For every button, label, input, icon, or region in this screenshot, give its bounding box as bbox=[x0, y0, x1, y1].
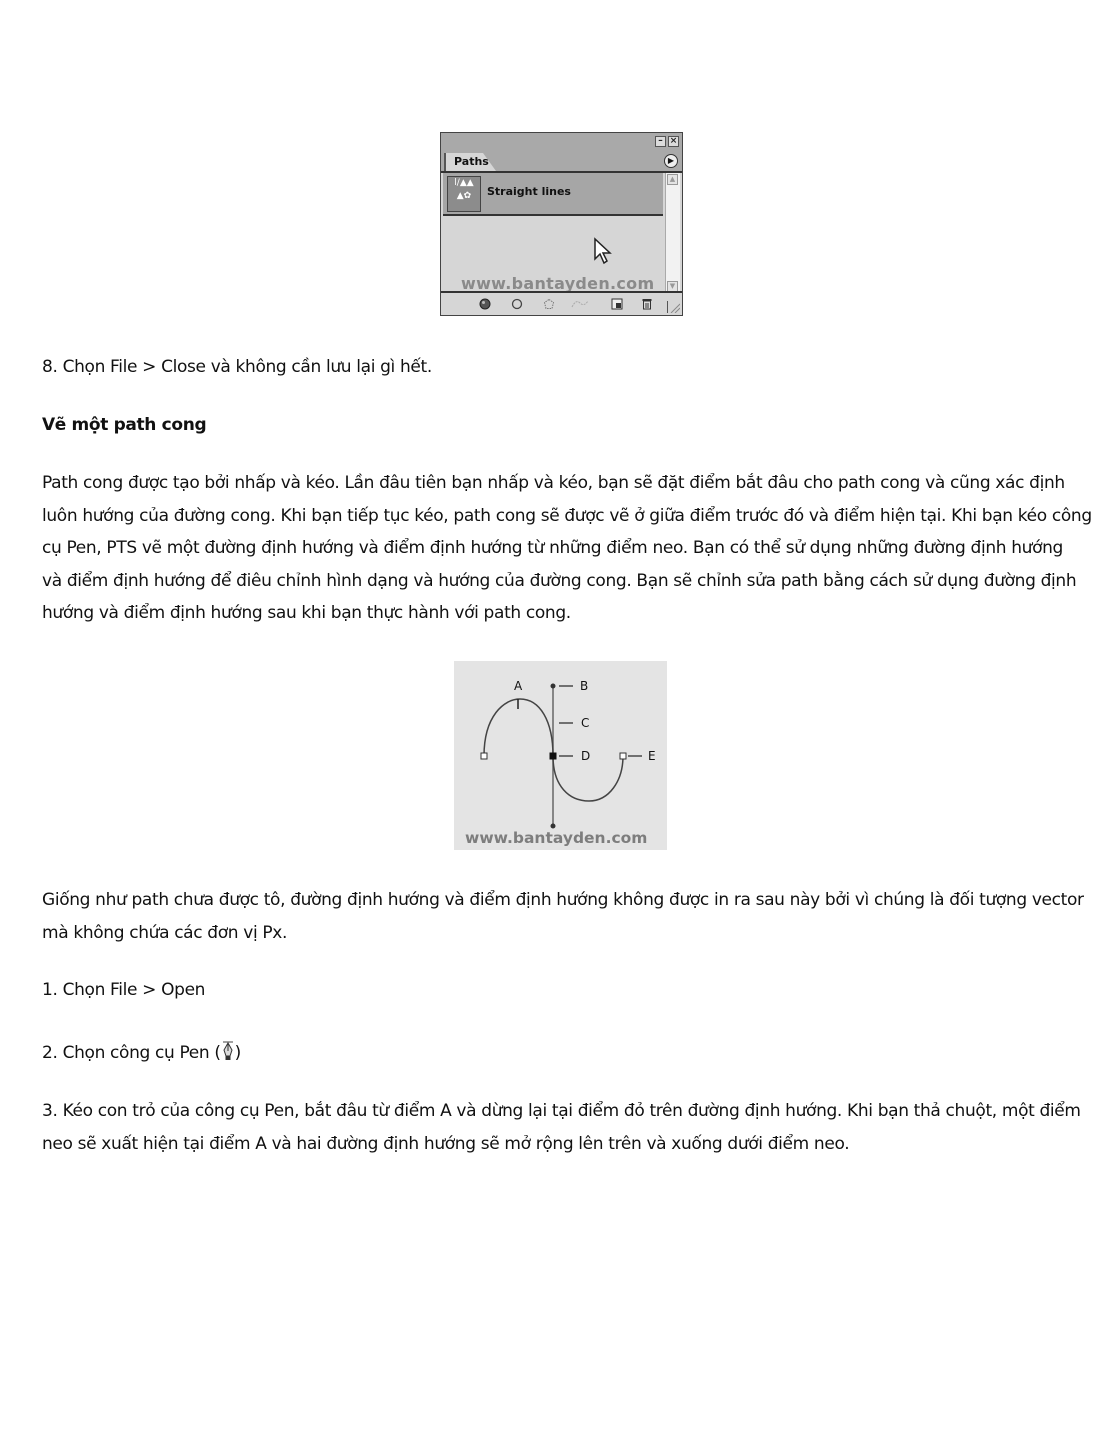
panel-menu-arrow-icon[interactable]: ▶ bbox=[664, 154, 678, 168]
pen-tool-icon bbox=[222, 1041, 233, 1060]
step-3-line: neo sẽ xuất hiện tại điểm A và hai đường… bbox=[42, 1133, 850, 1154]
panel-titlebar: – × bbox=[441, 133, 682, 152]
curve-path-diagram: A B C D E www.bantayden.com bbox=[454, 661, 667, 850]
intro-line: Path cong được tạo bởi nhấp và kéo. Lần … bbox=[42, 473, 1065, 493]
step-1: 1. Chọn File > Open bbox=[42, 980, 206, 1000]
intro-line: cụ Pen, PTS vẽ một đường định hướng và đ… bbox=[42, 538, 1063, 558]
label-b: B bbox=[580, 679, 589, 693]
path-name: Straight lines bbox=[487, 185, 571, 198]
step-3-line: 3. Kéo con trỏ của công cụ Pen, bắt đâu … bbox=[42, 1101, 1081, 1121]
note-line: Giống như path chưa được tô, đường định … bbox=[42, 890, 1084, 910]
direction-point-bottom bbox=[550, 823, 556, 829]
panel-toolbar bbox=[441, 291, 682, 315]
panel-tab-row: Paths bbox=[441, 151, 682, 173]
direction-point-top bbox=[550, 683, 556, 689]
anchor-selected bbox=[549, 752, 557, 760]
path-thumbnail-icon: l/▲▲ ▲✿ bbox=[447, 176, 481, 212]
new-path-icon[interactable] bbox=[611, 298, 623, 310]
step-2-text: 2. Chọn công cụ Pen ( bbox=[42, 1043, 221, 1063]
step-2-close: ) bbox=[234, 1043, 242, 1063]
path-list-item[interactable]: l/▲▲ ▲✿ Straight lines bbox=[443, 173, 663, 216]
note-paragraph: Giống như path chưa được tô, đường định … bbox=[42, 884, 1084, 949]
step-2: 2. Chọn công cụ Pen ( ) bbox=[42, 1037, 1082, 1070]
intro-line: hướng và điểm định hướng sau khi bạn thự… bbox=[42, 603, 571, 623]
anchor-end bbox=[619, 752, 627, 760]
note-line: mà không chứa các đơn vị Px. bbox=[42, 922, 288, 943]
scrollbar[interactable]: ▲ ▼ bbox=[665, 173, 680, 293]
resize-grip-icon[interactable] bbox=[667, 301, 680, 313]
mouse-cursor-icon bbox=[594, 237, 612, 265]
stroke-path-icon[interactable] bbox=[511, 298, 523, 310]
delete-path-icon[interactable] bbox=[641, 298, 653, 310]
close-icon[interactable]: × bbox=[668, 136, 679, 147]
load-as-selection-icon[interactable] bbox=[543, 298, 555, 310]
anchor-start bbox=[480, 752, 488, 760]
curve-diagram-graphic bbox=[480, 683, 642, 829]
label-d: D bbox=[581, 749, 591, 763]
intro-line: luôn hướng của đường cong. Khi bạn tiếp … bbox=[42, 505, 1092, 526]
intro-line: và điểm định hướng để điêu chỉnh hình dạ… bbox=[42, 570, 1077, 591]
tab-paths[interactable]: Paths bbox=[444, 153, 496, 171]
fill-path-icon[interactable] bbox=[479, 298, 491, 310]
step-8: 8. Chọn File > Close và không cần lưu lạ… bbox=[42, 357, 432, 377]
scroll-up-icon[interactable]: ▲ bbox=[667, 174, 678, 185]
label-a: A bbox=[514, 679, 523, 693]
minimize-icon[interactable]: – bbox=[655, 136, 666, 147]
step-3: 3. Kéo con trỏ của công cụ Pen, bắt đâu … bbox=[42, 1095, 1082, 1160]
paths-panel: – × Paths ▶ l/▲▲ ▲✿ Straight lines ▲ ▼ ww… bbox=[440, 132, 683, 316]
watermark: www.bantayden.com bbox=[465, 829, 648, 847]
section-heading: Vẽ một path cong bbox=[42, 415, 207, 435]
label-c: C bbox=[581, 716, 590, 730]
intro-paragraph: Path cong được tạo bởi nhấp và kéo. Lần … bbox=[42, 467, 1092, 630]
label-e: E bbox=[648, 749, 656, 763]
make-work-path-icon[interactable] bbox=[571, 298, 589, 310]
